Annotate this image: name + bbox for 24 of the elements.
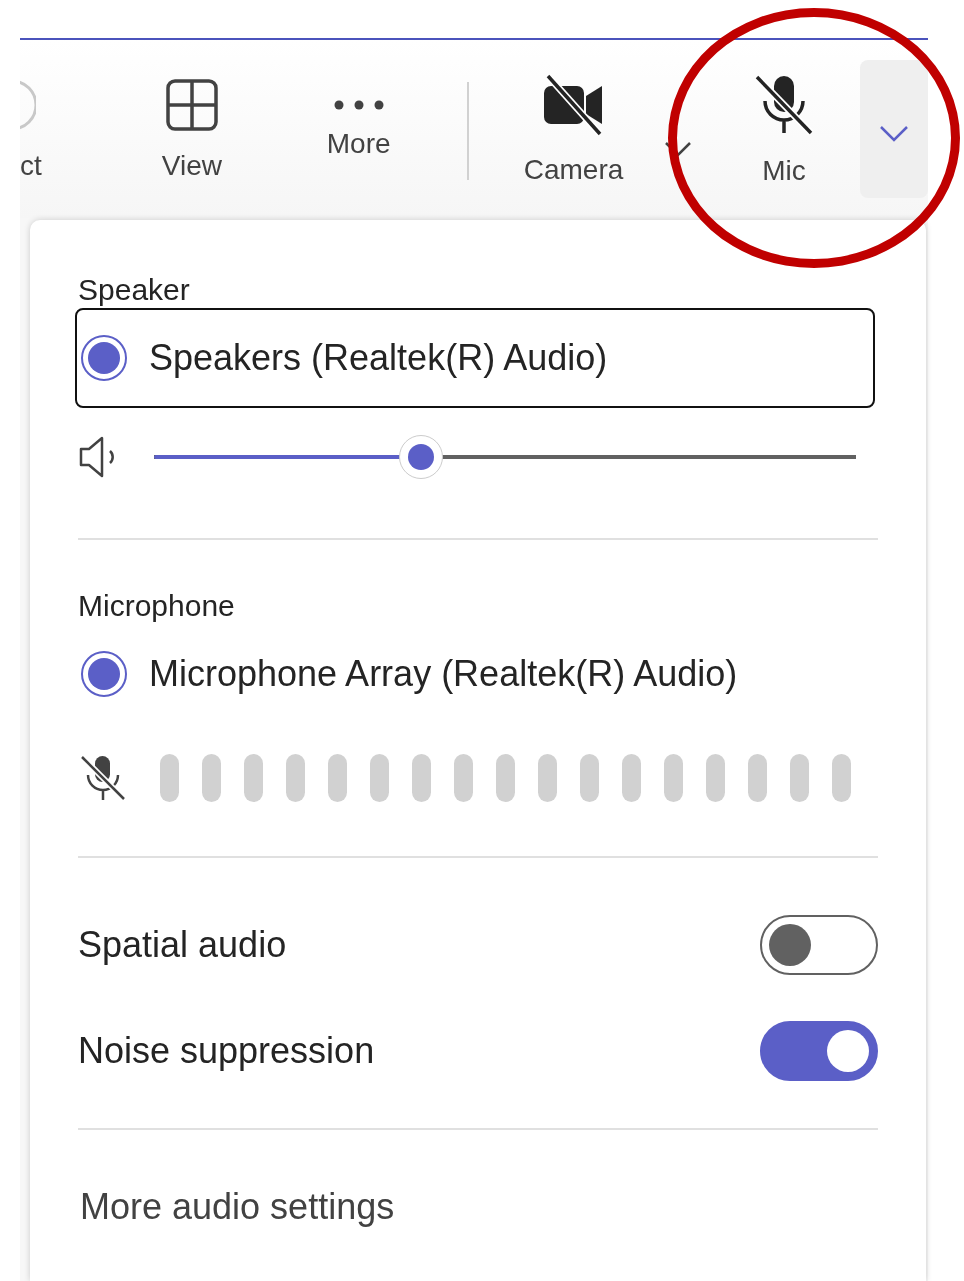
toggle-switch[interactable] <box>760 915 878 975</box>
view-button[interactable]: View <box>89 40 295 218</box>
device-label: Speakers (Realtek(R) Audio) <box>149 340 608 376</box>
device-option[interactable]: Microphone Array (Realtek(R) Audio) <box>75 624 875 724</box>
more-button[interactable]: More <box>294 40 424 218</box>
radio-button[interactable] <box>81 651 127 697</box>
section-heading: Speaker <box>78 272 191 308</box>
radio-button[interactable] <box>81 335 127 381</box>
slider-thumb[interactable] <box>398 435 443 479</box>
camera-button[interactable]: Camera <box>489 40 658 218</box>
section-heading: Microphone <box>78 588 236 624</box>
grid-icon <box>164 78 219 132</box>
toggle-switch[interactable] <box>760 1021 878 1081</box>
device-label: Microphone Array (Realtek(R) Audio) <box>149 656 738 692</box>
toolbar-button[interactable]: ct <box>20 40 70 218</box>
chevron-down-icon <box>879 125 910 143</box>
mic-button[interactable]: Mic <box>709 40 859 218</box>
more-dots-icon <box>333 100 384 110</box>
toggle-label: Noise suppression <box>78 1029 375 1073</box>
mic-off-icon <box>753 73 816 137</box>
chevron-down-icon <box>663 141 692 157</box>
device-option[interactable]: Speakers (Realtek(R) Audio) <box>75 308 875 408</box>
toggle-label: Spatial audio <box>78 923 287 967</box>
settings-link[interactable]: More audio settings <box>80 1180 395 1234</box>
